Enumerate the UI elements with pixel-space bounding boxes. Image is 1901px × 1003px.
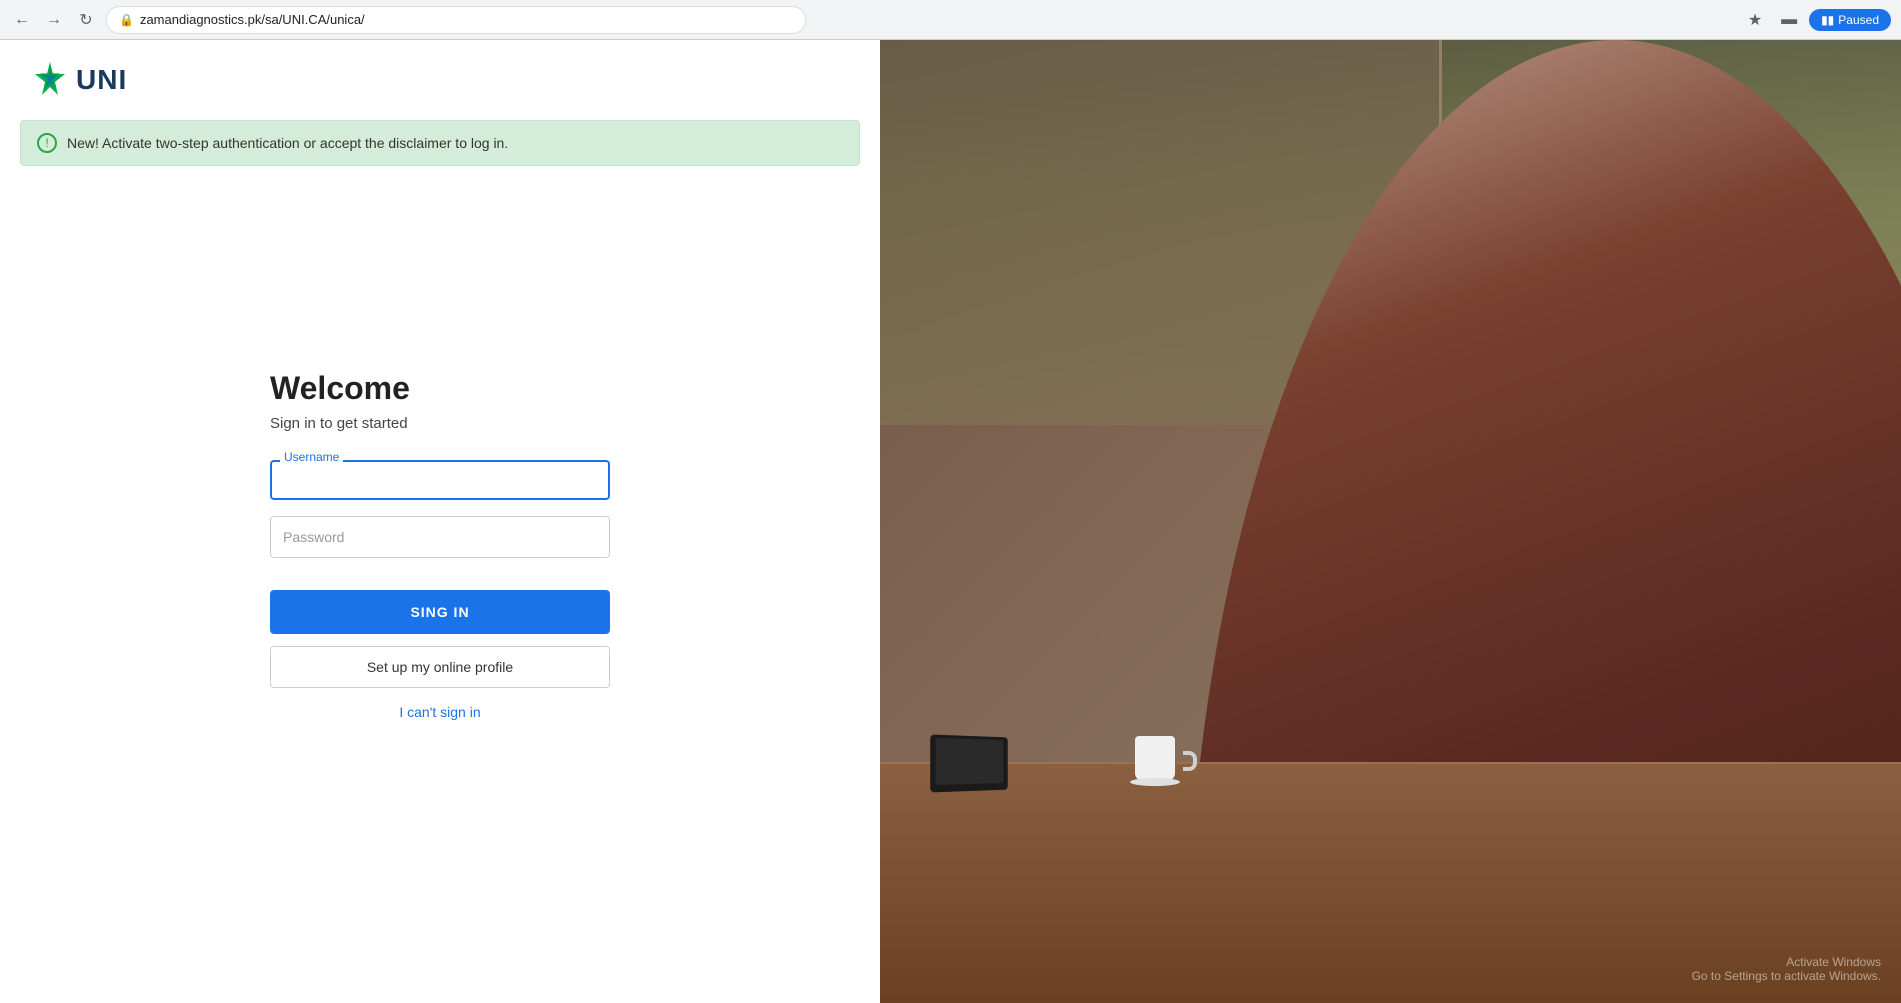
- password-group: [270, 516, 610, 558]
- right-panel: Activate Windows Go to Settings to activ…: [880, 40, 1901, 1003]
- photo-background: Activate Windows Go to Settings to activ…: [880, 40, 1901, 1003]
- username-input[interactable]: [270, 460, 610, 500]
- logo-icon: [30, 60, 70, 100]
- signin-button[interactable]: SING IN: [270, 590, 610, 634]
- page-container: UNI ! New! Activate two-step authenticat…: [0, 40, 1901, 1003]
- bookmark-button[interactable]: ★: [1741, 6, 1769, 34]
- extensions-button[interactable]: ▬: [1775, 6, 1803, 34]
- welcome-title: Welcome: [270, 370, 410, 407]
- login-area: Welcome Sign in to get started Username …: [0, 166, 880, 1003]
- address-bar[interactable]: 🔒 zamandiagnostics.pk/sa/UNI.CA/unica/: [106, 6, 806, 34]
- username-label: Username: [280, 450, 343, 464]
- username-group: Username: [270, 460, 610, 500]
- setup-profile-button[interactable]: Set up my online profile: [270, 646, 610, 688]
- url-text: zamandiagnostics.pk/sa/UNI.CA/unica/: [140, 12, 365, 27]
- info-banner: ! New! Activate two-step authentication …: [20, 120, 860, 166]
- info-icon: !: [37, 133, 57, 153]
- back-button[interactable]: ←: [10, 8, 34, 32]
- activate-line2: Go to Settings to activate Windows.: [1692, 969, 1881, 983]
- activate-windows-watermark: Activate Windows Go to Settings to activ…: [1692, 955, 1881, 983]
- paused-button[interactable]: ▮▮ Paused: [1809, 9, 1891, 31]
- left-panel: UNI ! New! Activate two-step authenticat…: [0, 40, 880, 1003]
- cant-signin-link[interactable]: I can't sign in: [270, 704, 610, 720]
- password-input[interactable]: [270, 516, 610, 558]
- paused-icon: ▮▮: [1821, 13, 1834, 27]
- logo-area: UNI: [0, 40, 880, 120]
- forward-button[interactable]: →: [42, 8, 66, 32]
- coffee-cup: [1135, 731, 1185, 791]
- paused-label: Paused: [1838, 13, 1879, 27]
- banner-message: New! Activate two-step authentication or…: [67, 135, 508, 151]
- lock-icon: 🔒: [119, 13, 134, 27]
- laptop-screen: [936, 738, 1004, 785]
- cup-saucer: [1130, 778, 1180, 786]
- activate-line1: Activate Windows: [1692, 955, 1881, 969]
- browser-actions: ★ ▬ ▮▮ Paused: [1741, 6, 1891, 34]
- browser-chrome: ← → ↻ 🔒 zamandiagnostics.pk/sa/UNI.CA/un…: [0, 0, 1901, 40]
- reload-button[interactable]: ↻: [74, 8, 98, 32]
- cup-body: [1135, 736, 1175, 781]
- logo-text: UNI: [76, 64, 127, 96]
- laptop: [930, 735, 1007, 793]
- sign-in-subtitle: Sign in to get started: [270, 415, 408, 432]
